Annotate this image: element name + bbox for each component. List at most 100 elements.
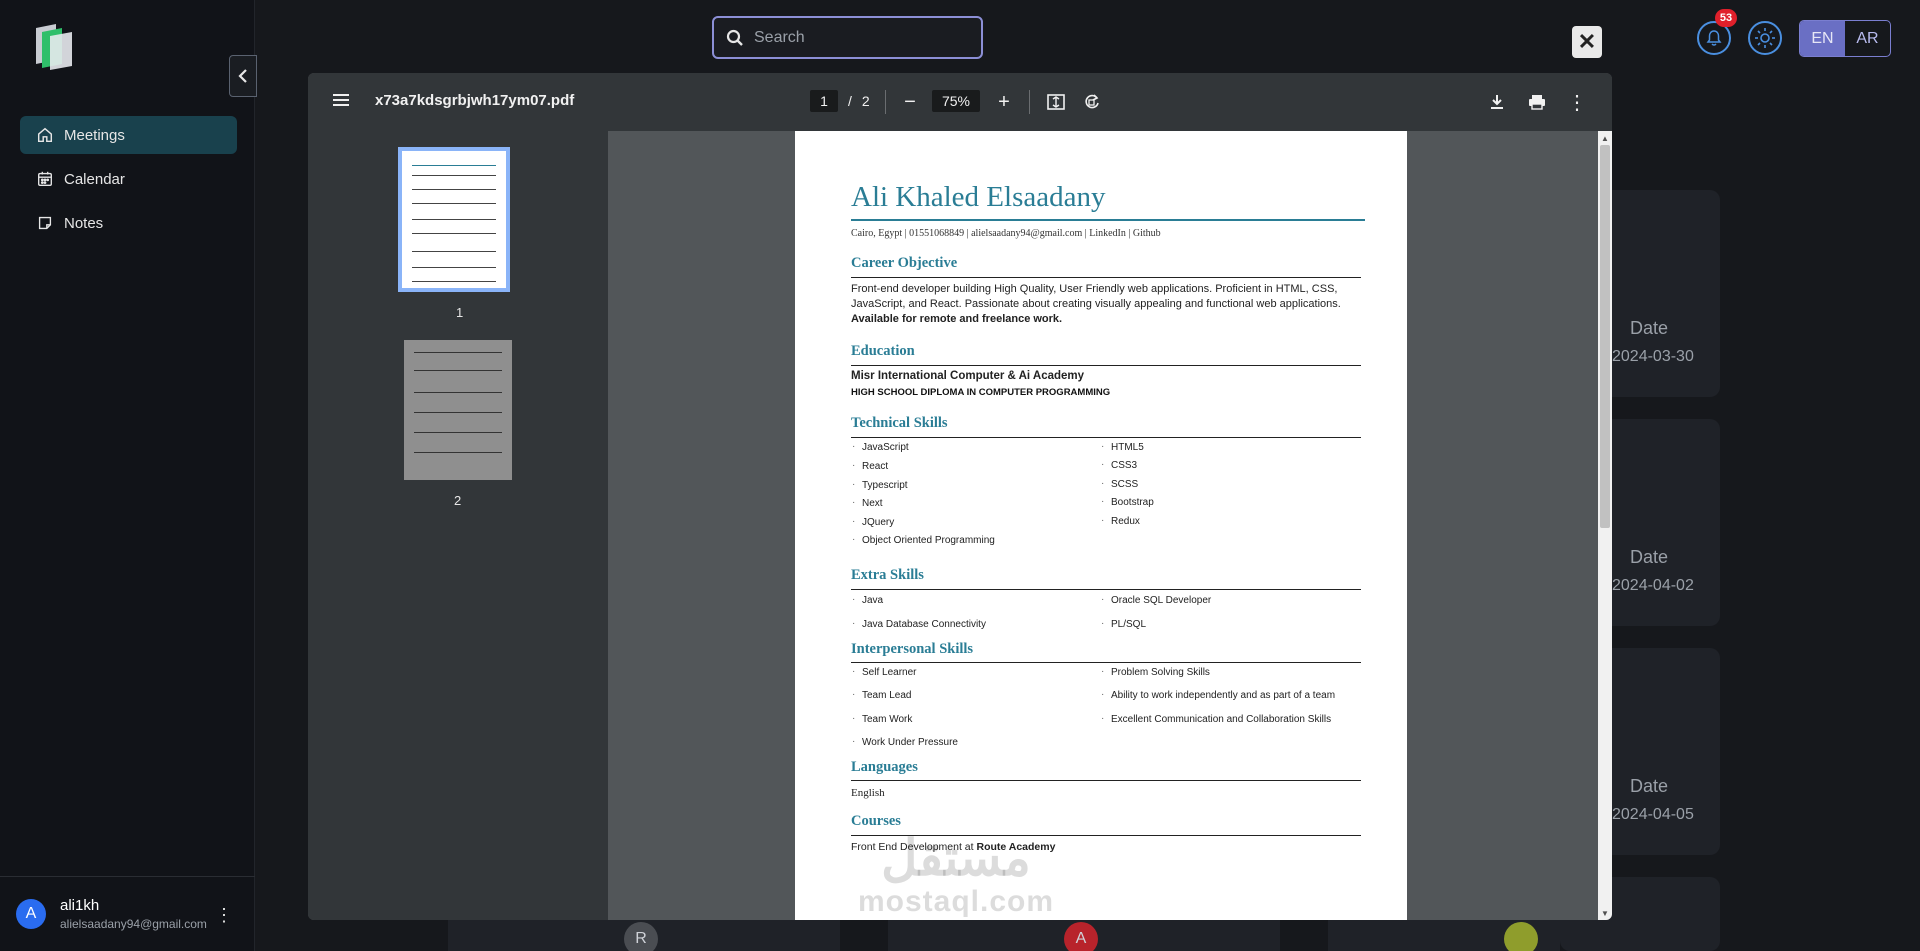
skill-item: React — [852, 460, 888, 472]
watermark-latin: mostaql.com — [857, 885, 1055, 918]
skill-item: SCSS — [1101, 478, 1138, 490]
page-number-input[interactable]: 1 — [810, 90, 838, 112]
page-thumbnail[interactable] — [398, 147, 510, 292]
zoom-level[interactable]: 75% — [932, 90, 980, 112]
pdf-page: Ali Khaled Elsaadany Cairo, Egypt | 0155… — [795, 131, 1407, 920]
page-separator: / — [848, 93, 852, 109]
degree: HIGH SCHOOL DIPLOMA IN COMPUTER PROGRAMM… — [851, 387, 1111, 398]
skill-item: Ability to work independently and as par… — [1101, 689, 1335, 701]
thumbnail-label: 1 — [456, 305, 464, 320]
skill-item: Redux — [1101, 515, 1140, 527]
rotate-icon[interactable] — [1079, 89, 1105, 115]
user-profile[interactable]: A ali1kh alielsaadany94@gmail.com ⋮ — [0, 876, 255, 951]
search-input[interactable] — [754, 28, 954, 47]
skill-item: Oracle SQL Developer — [1101, 594, 1211, 606]
skill-item: Next — [852, 497, 882, 509]
career-objective-text: Front-end developer building High Qualit… — [851, 282, 1359, 327]
zoom-in-icon[interactable]: + — [991, 89, 1017, 115]
page-thumbnail[interactable] — [404, 340, 512, 480]
sidebar-nav: Meetings Calendar Notes — [20, 116, 237, 248]
avatar: R — [624, 922, 658, 951]
close-icon: ✕ — [1577, 29, 1597, 54]
download-icon[interactable] — [1484, 89, 1510, 115]
pdf-filename: x73a7kdsgrbjwh17ym07.pdf — [375, 92, 575, 109]
skill-item: Object Oriented Programming — [852, 534, 995, 546]
date-label: Date — [1630, 776, 1669, 796]
vertical-scrollbar[interactable]: ▲ ▼ — [1598, 131, 1612, 920]
section-title: Courses — [851, 813, 901, 829]
skill-item: PL/SQL — [1101, 618, 1146, 630]
date-label: Date — [1630, 318, 1669, 338]
sidebar: Meetings Calendar Notes A ali1kh alielsa… — [0, 0, 255, 951]
skill-item: Typescript — [852, 479, 907, 491]
career-highlight: Available for remote and freelance work. — [851, 313, 1063, 325]
section-divider — [851, 589, 1361, 590]
scroll-up-icon[interactable]: ▲ — [1598, 131, 1612, 145]
calendar-icon — [38, 171, 52, 186]
zoom-out-icon[interactable]: − — [897, 89, 923, 115]
section-divider — [851, 662, 1361, 663]
pdf-viewer: x73a7kdsgrbjwh17ym07.pdf 1 / 2 − 75% + ⋮ — [308, 73, 1612, 920]
close-viewer-button[interactable]: ✕ — [1572, 26, 1602, 58]
sidebar-item-notes[interactable]: Notes — [20, 204, 237, 242]
notification-badge: 53 — [1715, 9, 1737, 27]
skill-item: Work Under Pressure — [852, 736, 958, 748]
section-divider — [851, 437, 1361, 438]
theme-toggle-button[interactable] — [1748, 21, 1782, 55]
page-total: 2 — [861, 93, 870, 109]
section-title: Extra Skills — [851, 567, 924, 583]
sidebar-item-meetings[interactable]: Meetings — [20, 116, 237, 154]
avatar: A — [16, 899, 46, 929]
skill-item: Bootstrap — [1101, 496, 1154, 508]
watermark: مستقل mostaql.com — [841, 831, 1071, 919]
skill-item: Team Lead — [852, 689, 912, 701]
sidebar-item-calendar[interactable]: Calendar — [20, 160, 237, 198]
scroll-down-icon[interactable]: ▼ — [1598, 906, 1612, 920]
date-value: 2024-03-30 — [1612, 348, 1694, 365]
chevron-left-icon — [238, 69, 247, 83]
skill-item: Java Database Connectivity — [852, 618, 986, 630]
home-icon — [37, 127, 53, 143]
more-vertical-icon[interactable]: ⋮ — [1564, 89, 1590, 115]
search-icon — [726, 29, 743, 46]
sidebar-item-label: Meetings — [64, 126, 125, 144]
user-email: alielsaadany94@gmail.com — [60, 917, 207, 931]
languages-text: English — [851, 787, 885, 799]
lang-ar-button[interactable]: AR — [1845, 21, 1890, 56]
section-title: Career Objective — [851, 255, 958, 271]
toolbar-divider — [1029, 90, 1030, 114]
section-divider — [851, 365, 1361, 366]
name-divider — [851, 219, 1365, 221]
more-vertical-icon[interactable]: ⋮ — [215, 905, 233, 926]
sidebar-item-label: Calendar — [64, 170, 125, 188]
skill-item: Self Learner — [852, 666, 917, 678]
lang-en-button[interactable]: EN — [1800, 21, 1845, 56]
thumbnail-label: 2 — [454, 493, 462, 508]
user-name: ali1kh — [60, 897, 100, 914]
section-title: Education — [851, 343, 915, 359]
skill-item: Excellent Communication and Collaboratio… — [1101, 713, 1331, 725]
language-switcher: EN AR — [1799, 20, 1891, 57]
skill-item: Team Work — [852, 713, 912, 725]
watermark-arabic: مستقل — [881, 830, 1031, 886]
scrollbar-thumb[interactable] — [1600, 145, 1610, 528]
print-icon[interactable] — [1524, 89, 1550, 115]
skill-item: CSS3 — [1101, 459, 1137, 471]
skill-item: HTML5 — [1101, 441, 1144, 453]
skill-item: JavaScript — [852, 441, 909, 453]
fit-page-icon[interactable] — [1043, 89, 1069, 115]
toolbar-divider — [885, 90, 886, 114]
resume-contact: Cairo, Egypt | 01551068849 | alielsaadan… — [851, 228, 1161, 239]
app-logo[interactable] — [30, 22, 78, 70]
avatar — [1504, 922, 1538, 951]
search-box[interactable] — [712, 16, 983, 59]
section-title: Languages — [851, 759, 918, 775]
date-value: 2024-04-05 — [1612, 806, 1694, 823]
skill-item: Problem Solving Skills — [1101, 666, 1210, 678]
sidebar-item-label: Notes — [64, 214, 104, 232]
section-divider — [851, 780, 1361, 781]
menu-icon[interactable] — [332, 92, 350, 113]
section-title: Technical Skills — [851, 415, 948, 431]
date-label: Date — [1630, 547, 1669, 567]
sidebar-collapse-button[interactable] — [229, 55, 257, 97]
